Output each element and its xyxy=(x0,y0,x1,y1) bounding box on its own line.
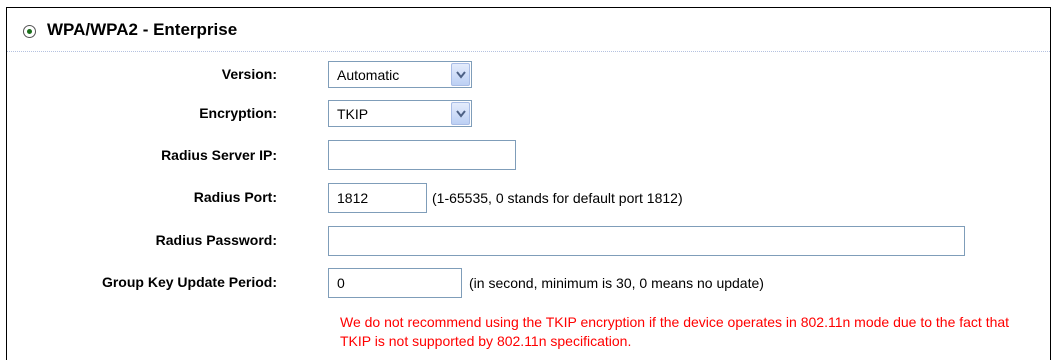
chevron-down-icon xyxy=(456,71,466,79)
radius-port-input[interactable] xyxy=(328,183,427,213)
encryption-dropdown-button[interactable] xyxy=(451,102,470,125)
version-dropdown-button[interactable] xyxy=(451,63,470,86)
section-title: WPA/WPA2 - Enterprise xyxy=(47,20,238,39)
group-key-update-period-hint: (in second, minimum is 30, 0 means no up… xyxy=(469,275,764,291)
encryption-select[interactable]: TKIP xyxy=(328,100,472,127)
wpa-enterprise-radio[interactable] xyxy=(23,25,36,38)
wireless-security-panel: WPA/WPA2 - Enterprise Version: Automatic… xyxy=(6,7,1051,360)
radius-password-input[interactable] xyxy=(328,226,965,256)
group-key-update-period-input[interactable] xyxy=(328,268,462,298)
encryption-label: Encryption: xyxy=(199,105,277,121)
tkip-warning-text: We do not recommend using the TKIP encry… xyxy=(340,314,1010,349)
version-label: Version: xyxy=(221,66,277,82)
radius-password-label: Radius Password: xyxy=(155,232,277,248)
section-divider xyxy=(7,51,1050,52)
radio-selected-icon xyxy=(27,29,32,34)
version-select-value: Automatic xyxy=(337,67,400,83)
chevron-down-icon xyxy=(456,110,466,118)
radius-server-ip-label: Radius Server IP: xyxy=(161,147,277,163)
version-select[interactable]: Automatic xyxy=(328,61,472,88)
encryption-select-value: TKIP xyxy=(337,106,369,122)
radius-port-label: Radius Port: xyxy=(193,189,277,205)
radius-server-ip-input[interactable] xyxy=(328,140,516,170)
group-key-update-period-label: Group Key Update Period: xyxy=(101,274,277,290)
radius-port-hint: (1-65535, 0 stands for default port 1812… xyxy=(432,190,683,206)
